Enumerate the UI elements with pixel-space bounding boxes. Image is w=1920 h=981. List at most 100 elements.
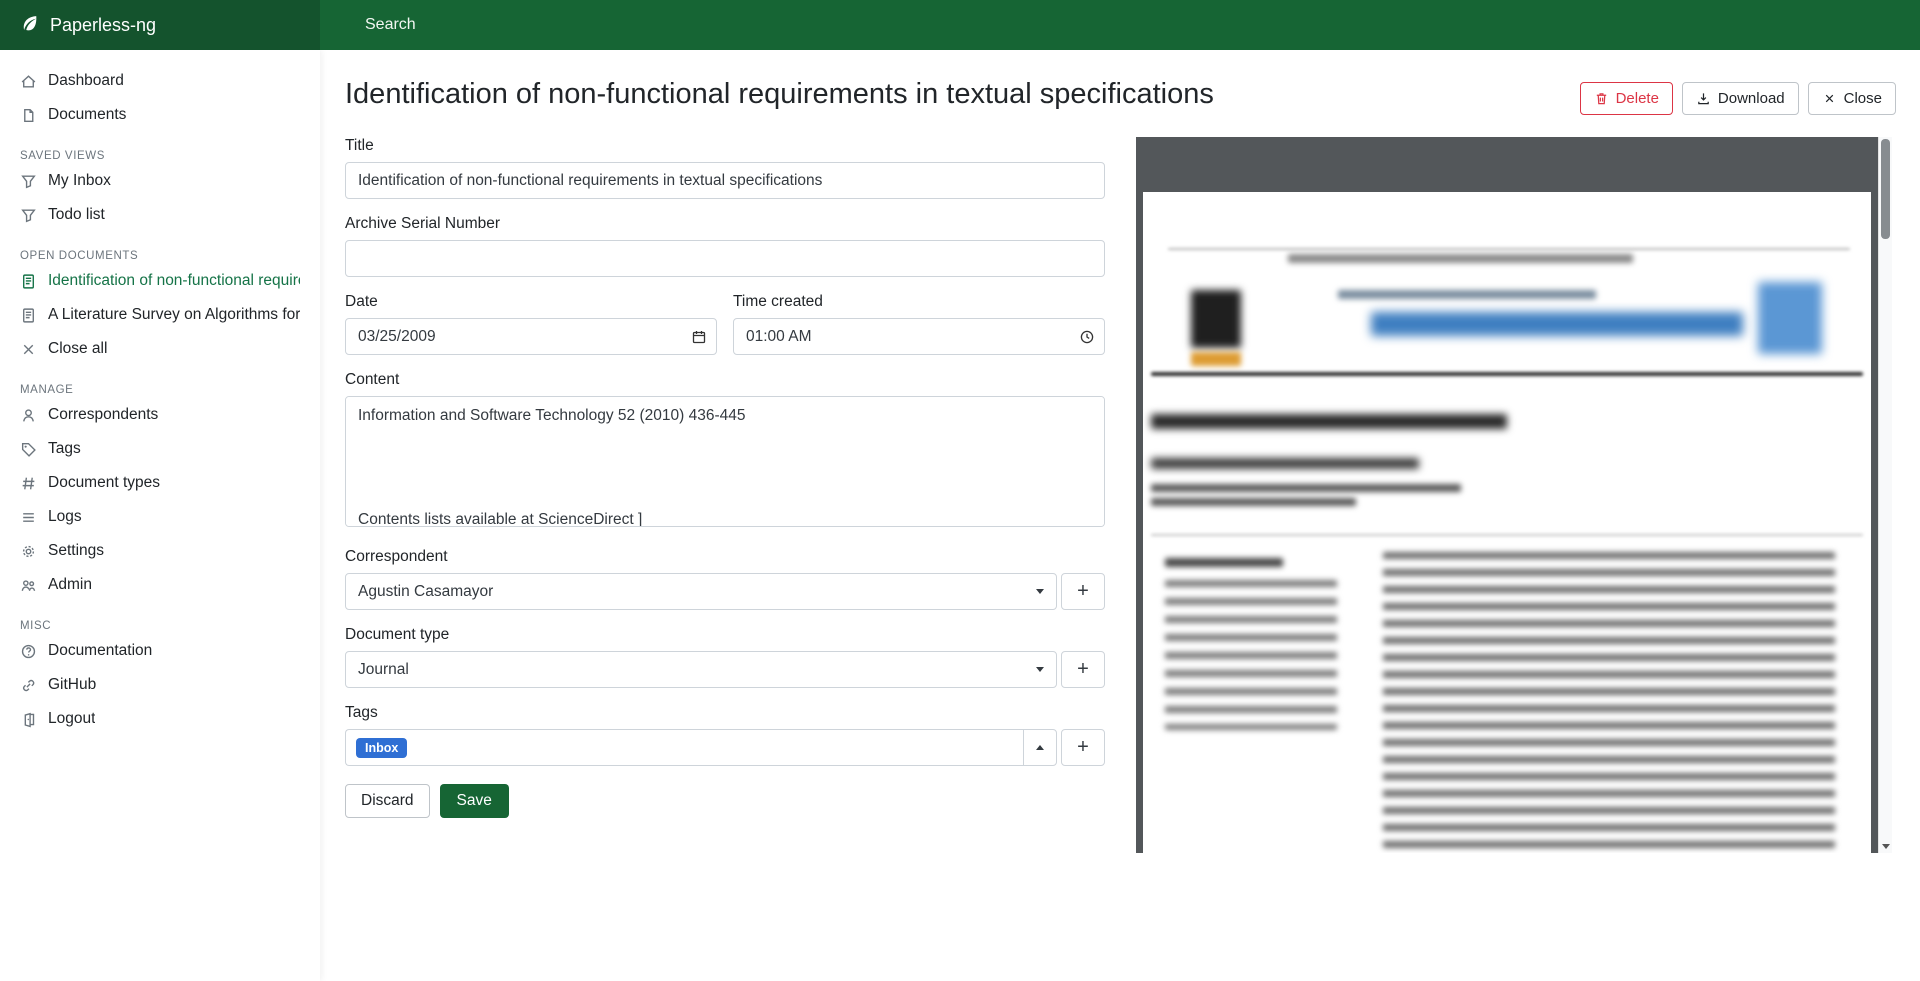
delete-button[interactable]: Delete [1580,82,1673,115]
asn-label: Archive Serial Number [345,215,1105,233]
header-actions: Delete Download Close [1580,82,1896,115]
pdf-blur-article-title [1151,414,1507,429]
hash-icon [20,475,37,492]
documents-icon [20,107,37,124]
discard-button[interactable]: Discard [345,784,430,818]
pdf-blur-info-lines [1165,580,1337,730]
pdf-blur-info-heading [1165,558,1283,567]
pdf-blur-separator [1151,534,1863,536]
sidebar-item-label: Tags [48,440,81,458]
question-circle-icon [20,643,37,660]
navbar-search-area [320,0,1920,50]
github-icon [20,677,37,694]
preview-scrollbar-thumb[interactable] [1881,139,1890,239]
sidebar-close-all[interactable]: Close all [0,332,320,366]
content-textarea[interactable]: Information and Software Technology 52 (… [345,396,1105,527]
sidebar-item-label: Logs [48,508,82,526]
chevron-up-icon [1036,745,1044,750]
tag-icon [20,441,37,458]
sidebar-item-label: Admin [48,576,92,594]
sidebar-item-document-types[interactable]: Document types [0,466,320,500]
sidebar-item-label: Settings [48,542,104,560]
time-created-input[interactable] [733,318,1105,355]
tags-input[interactable]: Inbox [345,729,1023,766]
sidebar-item-dashboard[interactable]: Dashboard [0,64,320,98]
correspondent-select[interactable]: Agustin Casamayor [345,573,1057,610]
close-button[interactable]: Close [1808,82,1896,115]
sidebar-item-admin[interactable]: Admin [0,568,320,602]
time-created-label: Time created [733,293,1105,311]
preview-scrollbar[interactable] [1878,137,1892,853]
logout-door-icon [20,711,37,728]
pdf-blur-rule-dark [1151,372,1863,376]
delete-button-label: Delete [1616,90,1659,107]
pdf-blur-homepage-line [1338,290,1596,299]
pdf-blur-abstract-lines [1383,552,1835,848]
save-button[interactable]: Save [440,784,509,818]
document-type-select[interactable]: Journal [345,651,1057,688]
sidebar-item-label: Todo list [48,206,105,224]
add-tag-button[interactable]: + [1061,729,1105,766]
top-navbar: Paperless-ng [0,0,1920,50]
sidebar-item-settings[interactable]: Settings [0,534,320,568]
search-input[interactable] [363,15,1063,35]
dashboard-icon [20,73,37,90]
sidebar-item-documentation[interactable]: Documentation [0,634,320,668]
add-correspondent-button[interactable]: + [1061,573,1105,610]
add-document-type-button[interactable]: + [1061,651,1105,688]
sidebar-item-label: Logout [48,710,95,728]
sidebar-item-label: GitHub [48,676,96,694]
sidebar-heading-manage: MANAGE [20,384,300,396]
pdf-blur-affiliation-2 [1151,498,1356,506]
tags-dropdown-toggle[interactable] [1023,729,1057,766]
sidebar-item-my-inbox[interactable]: My Inbox [0,164,320,198]
sidebar-item-label: Correspondents [48,406,158,424]
archive-serial-number-input[interactable] [345,240,1105,277]
document-type-selected-value: Journal [358,661,409,679]
pdf-blur-authors [1151,458,1419,469]
preview-scroll-down-arrow[interactable] [1882,844,1890,849]
filter-icon [20,207,37,224]
person-icon [20,407,37,424]
correspondent-selected-value: Agustin Casamayor [358,583,493,601]
gear-icon [20,543,37,560]
pdf-blur-journal-title [1371,312,1743,336]
tag-badge-inbox[interactable]: Inbox [356,738,407,758]
sidebar-item-label: Identification of non-functional require… [48,272,300,290]
sidebar-item-logout[interactable]: Logout [0,702,320,736]
tags-input-group: Inbox [345,729,1057,766]
app-brand[interactable]: Paperless-ng [0,0,320,50]
form-actions: Discard Save [345,784,1105,818]
sidebar-item-label: My Inbox [48,172,111,190]
date-label: Date [345,293,717,311]
sidebar-item-github[interactable]: GitHub [0,668,320,702]
sidebar-item-tags[interactable]: Tags [0,432,320,466]
close-button-label: Close [1844,90,1882,107]
title-input[interactable] [345,162,1105,199]
sidebar-open-document-1[interactable]: Identification of non-functional require… [0,264,320,298]
sidebar-item-logs[interactable]: Logs [0,500,320,534]
tags-label: Tags [345,704,1105,722]
sidebar-item-label: Document types [48,474,160,492]
document-text-icon [20,273,37,290]
document-type-label: Document type [345,626,1105,644]
pdf-blur-rule-thin [1168,248,1850,250]
document-header: Identification of non-functional require… [320,50,1920,115]
app-brand-label: Paperless-ng [50,15,156,36]
chevron-down-icon [1036,589,1044,594]
sidebar-item-documents[interactable]: Documents [0,98,320,132]
date-input[interactable] [345,318,717,355]
close-icon [1822,91,1837,106]
sidebar-item-todo-list[interactable]: Todo list [0,198,320,232]
sidebar-item-correspondents[interactable]: Correspondents [0,398,320,432]
sidebar-heading-open-documents: OPEN DOCUMENTS [20,250,300,262]
download-icon [1696,91,1711,106]
leaf-logo-icon [20,13,40,38]
trash-icon [1594,91,1609,106]
title-label: Title [345,137,1105,155]
sidebar-open-document-2[interactable]: A Literature Survey on Algorithms for Mu… [0,298,320,332]
pdf-blur-sciencedirect-logo [1758,282,1822,354]
download-button[interactable]: Download [1682,82,1799,115]
document-edit-form: Title Archive Serial Number Date Time cr… [345,137,1105,818]
correspondent-label: Correspondent [345,548,1105,566]
